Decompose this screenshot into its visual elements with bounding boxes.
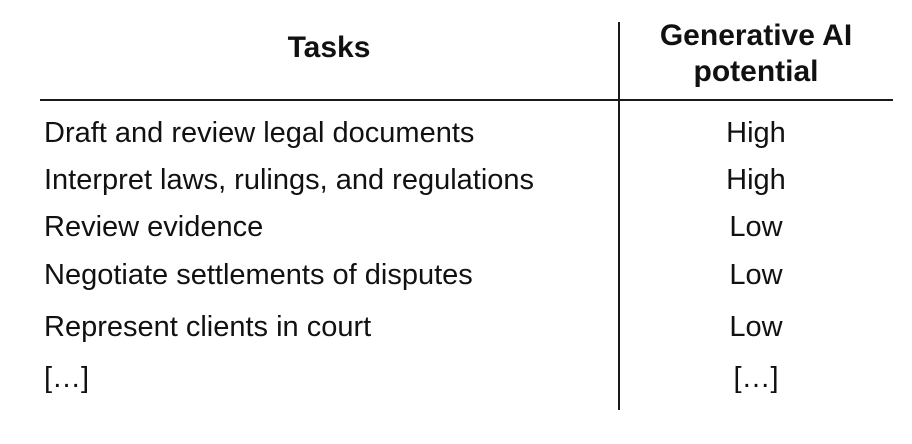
table-row: […] […] bbox=[0, 355, 912, 401]
task-cell: Review evidence bbox=[44, 211, 264, 243]
potential-cell: High bbox=[726, 117, 786, 149]
column-header-ai-potential: Generative AI potential bbox=[659, 19, 853, 88]
task-cell: Negotiate settlements of disputes bbox=[44, 259, 473, 291]
task-potential-table: Tasks Generative AI potential Draft and … bbox=[0, 0, 912, 444]
table-row: Review evidence Low bbox=[0, 204, 912, 250]
potential-cell: Low bbox=[729, 311, 783, 343]
task-cell: Interpret laws, rulings, and regulations bbox=[44, 164, 535, 196]
table-row: Negotiate settlements of disputes Low bbox=[0, 252, 912, 298]
task-cell: Draft and review legal documents bbox=[44, 117, 475, 149]
potential-cell: Low bbox=[729, 211, 783, 243]
table-row: Interpret laws, rulings, and regulations… bbox=[0, 157, 912, 203]
header-rule bbox=[40, 99, 893, 101]
column-header-tasks: Tasks bbox=[287, 31, 371, 64]
potential-cell: High bbox=[726, 164, 786, 196]
potential-cell: Low bbox=[729, 259, 783, 291]
task-cell: […] bbox=[44, 362, 90, 394]
potential-cell: […] bbox=[733, 362, 779, 394]
task-cell: Represent clients in court bbox=[44, 311, 372, 343]
table-row: Represent clients in court Low bbox=[0, 304, 912, 350]
table-row: Draft and review legal documents High bbox=[0, 110, 912, 156]
